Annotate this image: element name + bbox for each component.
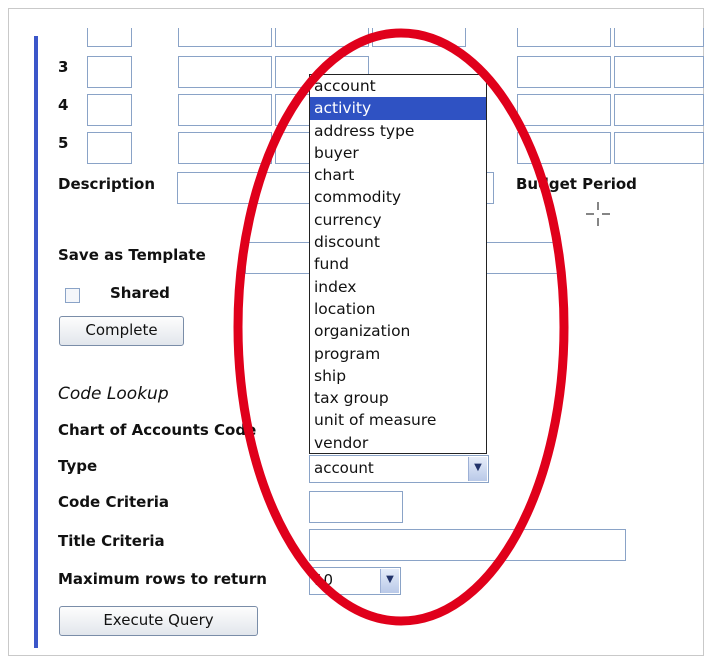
- row-3-field-a[interactable]: [87, 56, 132, 88]
- description-label: Description: [58, 175, 156, 193]
- code-criteria-label: Code Criteria: [58, 493, 169, 511]
- budget-period-label: Budget Period: [516, 175, 637, 193]
- dropdown-option[interactable]: buyer: [310, 142, 486, 164]
- type-select[interactable]: account ▼: [309, 455, 489, 483]
- dropdown-option[interactable]: organization: [310, 320, 486, 342]
- row-2-field-f[interactable]: [614, 28, 704, 47]
- title-criteria-input[interactable]: [309, 529, 626, 561]
- complete-button[interactable]: Complete: [59, 316, 184, 346]
- row-2-field-e[interactable]: [517, 28, 611, 47]
- crosshair-cursor-icon: [586, 202, 610, 226]
- dropdown-option[interactable]: program: [310, 343, 486, 365]
- chevron-down-icon[interactable]: ▼: [468, 457, 487, 481]
- max-rows-value: 10: [314, 571, 334, 589]
- dropdown-option[interactable]: tax group: [310, 387, 486, 409]
- row-5-field-a[interactable]: [87, 132, 132, 164]
- dropdown-option[interactable]: address type: [310, 120, 486, 142]
- row-2-field-d[interactable]: [372, 28, 466, 47]
- dropdown-option[interactable]: commodity: [310, 186, 486, 208]
- row-number-4: 4: [58, 96, 69, 114]
- row-3-field-e[interactable]: [517, 56, 611, 88]
- row-4-field-f[interactable]: [614, 94, 704, 126]
- section-left-bar: [34, 36, 38, 648]
- shared-checkbox[interactable]: [65, 288, 80, 303]
- shared-label: Shared: [110, 284, 170, 302]
- row-2-field-a[interactable]: [87, 28, 132, 47]
- dropdown-option[interactable]: index: [310, 276, 486, 298]
- row-5-field-b[interactable]: [178, 132, 272, 164]
- chevron-down-icon[interactable]: ▼: [380, 569, 399, 593]
- row-4-field-a[interactable]: [87, 94, 132, 126]
- dropdown-option[interactable]: fund: [310, 253, 486, 275]
- row-3-field-f[interactable]: [614, 56, 704, 88]
- row-4-field-b[interactable]: [178, 94, 272, 126]
- row-number-3: 3: [58, 58, 69, 76]
- code-lookup-heading: Code Lookup: [58, 384, 169, 404]
- execute-query-button[interactable]: Execute Query: [59, 606, 258, 636]
- row-number-5: 5: [58, 134, 69, 152]
- row-3-field-b[interactable]: [178, 56, 272, 88]
- row-5-field-f[interactable]: [614, 132, 704, 164]
- type-dropdown-list[interactable]: account activity address type buyer chart com…: [309, 74, 487, 454]
- dropdown-option[interactable]: chart: [310, 164, 486, 186]
- save-template-label: Save as Template: [58, 246, 206, 264]
- dropdown-option[interactable]: activity: [310, 97, 486, 120]
- title-criteria-label: Title Criteria: [58, 532, 165, 550]
- dropdown-option[interactable]: discount: [310, 231, 486, 253]
- dropdown-option[interactable]: unit of measure: [310, 409, 486, 431]
- type-label: Type: [58, 457, 98, 475]
- chart-of-accounts-label: Chart of Accounts Code: [58, 421, 257, 439]
- dropdown-option[interactable]: currency: [310, 209, 486, 231]
- code-criteria-input[interactable]: [309, 491, 403, 523]
- max-rows-select[interactable]: 10 ▼: [309, 567, 401, 595]
- row-5-field-e[interactable]: [517, 132, 611, 164]
- dropdown-option[interactable]: location: [310, 298, 486, 320]
- type-select-value: account: [314, 459, 374, 477]
- dropdown-option[interactable]: account: [310, 75, 486, 97]
- max-rows-label: Maximum rows to return: [58, 570, 267, 588]
- row-2-field-b[interactable]: [178, 28, 272, 47]
- dropdown-option[interactable]: ship: [310, 365, 486, 387]
- row-4-field-e[interactable]: [517, 94, 611, 126]
- dropdown-option[interactable]: vendor: [310, 432, 486, 454]
- row-2-field-c[interactable]: [275, 28, 369, 47]
